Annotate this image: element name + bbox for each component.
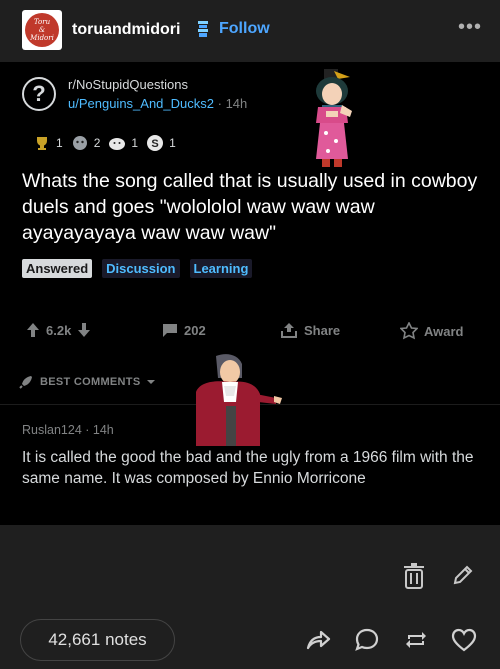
comment-time: · 14h: [85, 423, 114, 437]
heart-icon[interactable]: [450, 626, 478, 654]
comments-group: 202: [162, 322, 206, 338]
chevron-down-icon: [147, 380, 156, 384]
comment-count: 202: [184, 322, 206, 338]
comment-text: It is called the good the bad and the ug…: [22, 449, 474, 487]
award-count: 2: [93, 136, 101, 150]
comment-icon: [163, 324, 177, 337]
vote-count: 6.2k: [46, 322, 72, 338]
award-count: 1: [169, 136, 176, 150]
rocket-icon: [19, 376, 32, 389]
share-group: Share: [280, 322, 340, 338]
sort-label: BEST COMMENTS: [40, 376, 141, 388]
post-header: Toru & Midori toruandmidori Follow •••: [0, 0, 500, 62]
svg-text:S: S: [151, 138, 158, 150]
post-actions: 6.2k 202 Share Award: [0, 318, 500, 344]
trophy-award-icon: [37, 137, 47, 150]
post-title: Whats the song called that is usually us…: [22, 170, 478, 244]
award-group: Award: [400, 322, 464, 340]
smile-award-icon: [109, 138, 126, 150]
comment-author: Ruslan124: [22, 423, 82, 437]
award-item: S 1: [146, 134, 176, 152]
post-time: · 14h: [217, 96, 248, 111]
delete-icon[interactable]: [402, 563, 426, 589]
award-count: 1: [56, 136, 63, 150]
character-sticker-prosecutor: [196, 354, 282, 446]
character-sticker-girl: [316, 69, 352, 167]
question-icon: ?: [22, 77, 56, 111]
award-item: 2: [71, 134, 101, 152]
face-award-icon: [72, 136, 87, 150]
blog-avatar-logo: Toru & Midori: [25, 13, 59, 47]
flairs-row: Answered Discussion Learning: [22, 259, 253, 278]
post-author-line: u/Penguins_And_Ducks2 · 14h: [68, 96, 247, 111]
award-icon: [400, 322, 418, 340]
flair-discussion: Discussion: [102, 259, 180, 278]
subreddit-name: r/NoStupidQuestions: [68, 77, 188, 92]
reply-icon[interactable]: [353, 626, 381, 654]
upvote-icon: [27, 323, 39, 337]
downvote-icon: [78, 323, 91, 337]
comment-author-line: Ruslan124 · 14h: [22, 423, 114, 437]
coin-award-icon: S: [147, 135, 164, 151]
badge-icon: [198, 21, 208, 37]
share-label: Share: [304, 322, 341, 338]
follow-button[interactable]: Follow: [219, 20, 270, 38]
blog-avatar[interactable]: Toru & Midori: [22, 10, 62, 50]
award-label: Award: [424, 323, 464, 339]
share-icon: [281, 323, 297, 338]
post-author: u/Penguins_And_Ducks2: [68, 96, 214, 111]
awards-row: 1 2 1 S 1: [33, 134, 184, 152]
award-item: 1: [108, 134, 138, 152]
ellipsis-icon[interactable]: •••: [458, 16, 482, 39]
notes-count-button[interactable]: 42,661 notes: [20, 619, 175, 661]
blog-name[interactable]: toruandmidori: [72, 21, 180, 39]
edit-icon[interactable]: [451, 563, 475, 587]
reblog-icon[interactable]: [402, 626, 430, 654]
comment-sort: BEST COMMENTS: [18, 374, 156, 390]
vote-group: 6.2k: [26, 322, 91, 338]
flair-learning: Learning: [189, 259, 253, 278]
share-arrow-icon[interactable]: [304, 626, 332, 654]
flair-answered: Answered: [22, 259, 93, 278]
award-count: 1: [131, 136, 139, 150]
award-item: 1: [33, 134, 63, 152]
